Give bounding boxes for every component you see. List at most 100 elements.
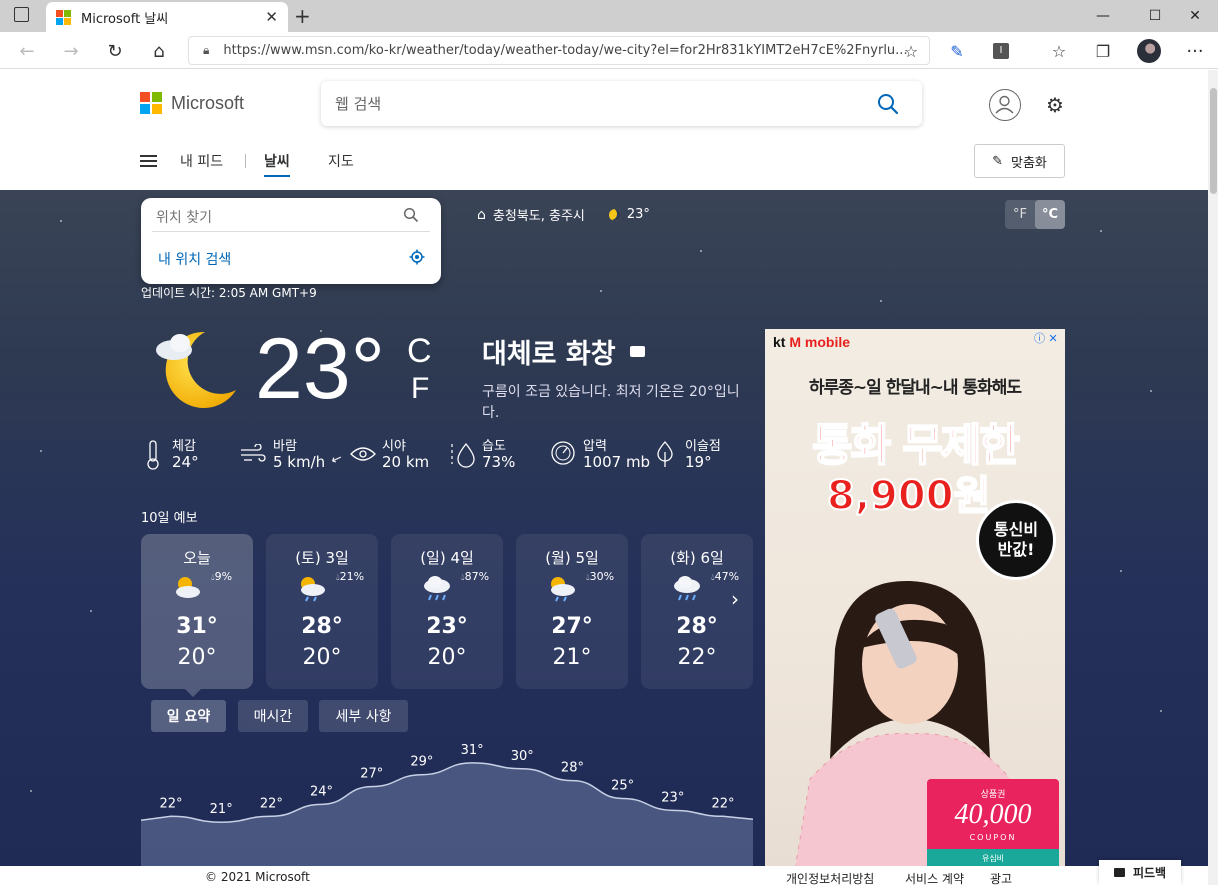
- refresh-button[interactable]: ↻: [102, 38, 128, 64]
- chart-temp-label: 22°: [260, 796, 283, 811]
- web-search-input[interactable]: 웹 검색: [321, 81, 922, 126]
- chart-temp-label: 22°: [711, 796, 734, 811]
- chart-temp-label: 28°: [561, 761, 584, 776]
- feedback-icon: [1113, 868, 1125, 877]
- footer-link-ads[interactable]: 광고: [990, 870, 1012, 885]
- metric-value: 1007 mb: [583, 453, 651, 471]
- tab-hourly[interactable]: 매시간: [238, 700, 308, 732]
- chart-temp-label: 24°: [310, 784, 333, 799]
- extension-feather-icon[interactable]: ✎: [944, 38, 970, 64]
- address-bar[interactable]: 🔒︎ https://www.msn.com/ko-kr/weather/tod…: [188, 36, 930, 65]
- hamburger-menu-icon[interactable]: [140, 155, 157, 167]
- more-menu-icon[interactable]: ···: [1182, 38, 1208, 64]
- new-tab-button[interactable]: +: [294, 4, 311, 28]
- precip-chance: 💧︎9%: [211, 570, 233, 583]
- browser-tab[interactable]: Microsoft 날씨 ✕: [46, 2, 288, 32]
- tab-daily-summary[interactable]: 일 요약: [151, 700, 226, 732]
- metric-value: 73%: [482, 453, 516, 471]
- high-temp: 31°: [176, 614, 218, 639]
- precip-chance: 💧︎30%: [586, 570, 615, 583]
- chart-temp-label: 31°: [461, 743, 484, 758]
- search-icon[interactable]: [876, 92, 900, 116]
- nav-maps[interactable]: 지도: [328, 151, 354, 171]
- footer-link-privacy[interactable]: 개인정보처리방침: [786, 870, 874, 885]
- low-temp: 20°: [177, 645, 217, 670]
- back-button[interactable]: ←: [14, 38, 40, 64]
- msn-brand[interactable]: Microsoft: [140, 92, 244, 114]
- ad-coupon-label: COUPON: [969, 833, 1017, 842]
- humidity-icon: [451, 442, 475, 468]
- collections-icon[interactable]: ❐: [1090, 38, 1116, 64]
- my-location-link[interactable]: 내 위치 검색: [158, 249, 231, 269]
- person-icon: [995, 95, 1014, 114]
- copyright: © 2021 Microsoft: [205, 870, 310, 884]
- scrollbar-thumb[interactable]: [1210, 88, 1217, 194]
- advertisement[interactable]: kt M mobile 하루종~일 한달내~내 통화해도 통화 무제한 8,90…: [765, 329, 1065, 866]
- tab-actions-icon[interactable]: [14, 7, 29, 22]
- condition-text: 대체로 화창: [482, 339, 616, 370]
- ad-badge-line2: 반값!: [997, 540, 1035, 559]
- day-label: (토) 3일: [295, 549, 349, 567]
- metric-value: 20 km: [382, 453, 430, 471]
- eye-icon: [350, 447, 376, 461]
- high-temp: 28°: [676, 614, 718, 639]
- updated-time: 업데이트 시간: 2:05 AM GMT+9: [141, 286, 317, 300]
- low-temp: 20°: [427, 645, 467, 670]
- location-search-input[interactable]: [152, 204, 430, 232]
- ad-brand-kt: kt: [773, 334, 786, 350]
- footer-link-terms[interactable]: 서비스 계약: [905, 870, 964, 885]
- home-button[interactable]: ⌂: [146, 38, 172, 64]
- search-icon[interactable]: [403, 207, 419, 223]
- feedback-label: 피드백: [1132, 866, 1167, 880]
- pencil-icon: ✎: [992, 153, 1003, 169]
- home-icon: ⌂: [477, 206, 486, 223]
- gear-icon[interactable]: ⚙: [1046, 93, 1064, 117]
- current-unit-celsius[interactable]: C: [407, 332, 432, 371]
- dewpoint-icon: [657, 441, 673, 467]
- minimize-button[interactable]: —: [1080, 0, 1126, 32]
- high-temp: 28°: [301, 614, 343, 639]
- metric-label: 이슬점: [685, 439, 721, 454]
- location-search-popup: 내 위치 검색: [141, 198, 441, 284]
- profile-avatar[interactable]: [1136, 38, 1162, 64]
- unit-celsius-button[interactable]: °C: [1035, 200, 1065, 229]
- extension-reader-icon[interactable]: I: [988, 38, 1014, 64]
- forecast-day-card[interactable]: (화) 6일 💧︎47% 28° 22°: [641, 534, 753, 689]
- day-label: (화) 6일: [670, 549, 724, 567]
- day-label: (일) 4일: [420, 549, 474, 567]
- close-tab-icon[interactable]: ✕: [265, 8, 278, 26]
- forecast-day-card[interactable]: 오늘 💧︎9% 31° 20°: [141, 534, 253, 689]
- close-window-button[interactable]: ✕: [1172, 0, 1218, 32]
- nav-my-feed[interactable]: 내 피드: [180, 151, 223, 171]
- feedback-button[interactable]: 피드백: [1099, 860, 1181, 885]
- home-location[interactable]: ⌂ 충청북도, 충주시 23°: [477, 205, 650, 225]
- partly-sunny-icon: [176, 577, 200, 598]
- forward-button[interactable]: →: [58, 38, 84, 64]
- ad-info-icon[interactable]: ⓘ ✕: [1034, 330, 1058, 346]
- current-unit-fahrenheit[interactable]: F: [411, 372, 429, 406]
- favorites-icon[interactable]: ☆: [1046, 38, 1072, 64]
- browser-toolbar: ← → ↻ ⌂ 🔒︎ https://www.msn.com/ko-kr/wea…: [0, 32, 1218, 69]
- chart-area: [141, 762, 753, 866]
- chevron-right-icon[interactable]: ›: [731, 587, 739, 611]
- forecast-day-card[interactable]: (일) 4일 💧︎87% 23° 20°: [391, 534, 503, 689]
- day-label: (월) 5일: [545, 549, 599, 567]
- high-temp: 23°: [426, 614, 468, 639]
- sign-in-avatar[interactable]: [989, 89, 1021, 121]
- ad-coupon-amount: 40,000: [954, 799, 1032, 830]
- customize-button[interactable]: ✎ 맞춤화: [974, 144, 1065, 178]
- favorite-add-icon[interactable]: ☆: [898, 38, 924, 64]
- forecast-title: 10일 예보: [141, 511, 198, 526]
- unit-fahrenheit-button[interactable]: °F: [1005, 200, 1035, 229]
- precip-chance: 💧︎87%: [461, 570, 490, 583]
- location-target-icon[interactable]: [409, 249, 425, 265]
- low-temp: 20°: [302, 645, 342, 670]
- moon-small-icon: [608, 208, 621, 221]
- nav-weather[interactable]: 날씨: [264, 151, 290, 177]
- metric-value: 24°: [172, 453, 199, 471]
- tab-details[interactable]: 세부 사항: [319, 700, 408, 732]
- day-label: 오늘: [183, 549, 211, 567]
- forecast-day-card[interactable]: (월) 5일 💧︎30% 27° 21°: [516, 534, 628, 689]
- forecast-day-card[interactable]: (토) 3일 💧︎21% 28° 20°: [266, 534, 378, 689]
- comment-icon[interactable]: [629, 346, 645, 357]
